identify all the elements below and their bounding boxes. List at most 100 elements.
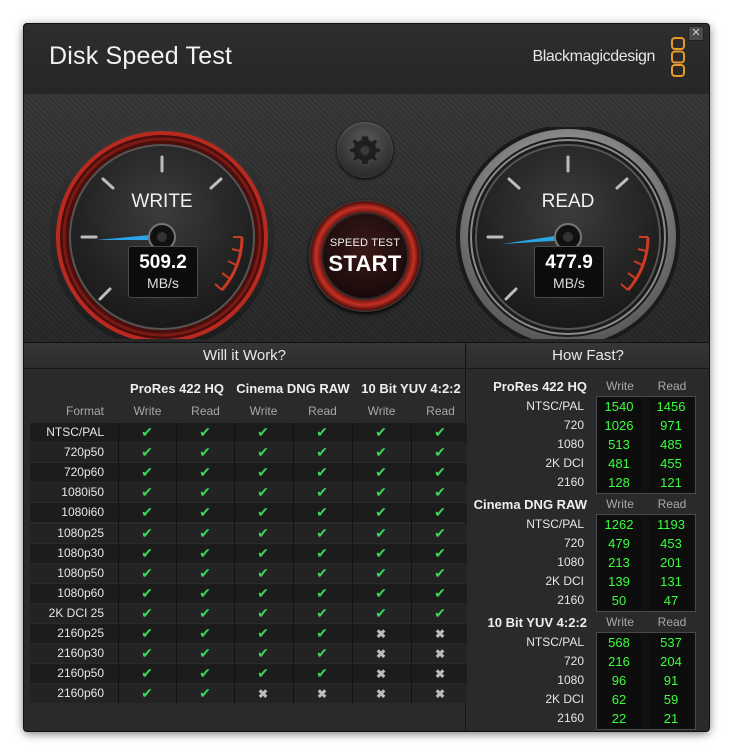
how-fast-format-label: 720 <box>563 418 584 432</box>
check-icon: ✔ <box>412 423 468 442</box>
write-fps-value: 50 <box>597 591 641 610</box>
check-icon: ✔ <box>177 463 233 483</box>
check-icon: ✔ <box>177 543 233 563</box>
format-label: 2160p30 <box>57 646 104 661</box>
check-icon: ✔ <box>119 684 175 704</box>
format-label: 1080i50 <box>61 485 104 500</box>
read-gauge-label: READ <box>542 191 595 212</box>
format-label: 2160p60 <box>57 686 104 701</box>
format-label: 1080p50 <box>57 565 104 580</box>
column-divider <box>352 423 353 705</box>
check-icon: ✔ <box>119 644 175 664</box>
cross-icon: ✖ <box>235 684 291 704</box>
how-fast-format-label: NTSC/PAL <box>526 635 584 649</box>
check-icon: ✔ <box>177 644 233 664</box>
cross-icon: ✖ <box>412 664 468 684</box>
start-speed-test-button[interactable]: SPEED TEST START <box>309 200 421 312</box>
check-icon: ✔ <box>294 503 350 523</box>
check-icon: ✔ <box>235 463 291 483</box>
write-fps-value: 481 <box>597 454 641 473</box>
write-fps-value: 216 <box>597 652 641 671</box>
disk-speed-test-window: Disk Speed Test Blackmagicdesign ✕ WRITE… <box>24 24 709 731</box>
read-fps-value: 453 <box>649 534 693 553</box>
write-fps-value: 1026 <box>597 416 641 435</box>
read-fps-value: 1456 <box>649 397 693 416</box>
how-fast-subheader: Read <box>657 615 687 629</box>
how-fast-format-label: NTSC/PAL <box>526 517 584 531</box>
check-icon: ✔ <box>177 583 233 603</box>
check-icon: ✔ <box>235 644 291 664</box>
write-fps-value: 62 <box>597 690 641 709</box>
blackmagic-logo-icon <box>671 37 685 77</box>
read-gauge: READ <box>456 127 680 339</box>
how-fast-group-header: Cinema DNG RAW <box>473 497 587 512</box>
how-fast-subheader: Write <box>606 379 634 393</box>
cross-icon: ✖ <box>294 684 350 704</box>
check-icon: ✔ <box>235 624 291 643</box>
read-fps-value: 537 <box>649 633 693 652</box>
read-fps-value: 971 <box>649 416 693 435</box>
format-label: 1080i60 <box>61 505 104 520</box>
column-divider <box>411 423 412 705</box>
check-icon: ✔ <box>177 684 233 704</box>
write-gauge: WRITE <box>50 127 274 339</box>
check-icon: ✔ <box>294 543 350 563</box>
format-label: NTSC/PAL <box>46 425 104 439</box>
start-button-label: START <box>328 251 402 276</box>
format-label: 1080p60 <box>57 585 104 600</box>
check-icon: ✔ <box>235 543 291 563</box>
will-it-work-subheader: Write <box>249 404 278 418</box>
check-icon: ✔ <box>177 443 233 463</box>
write-fps-value: 96 <box>597 671 641 690</box>
read-fps-value: 485 <box>649 435 693 454</box>
write-fps-value: 139 <box>597 572 641 591</box>
write-fps-value: 213 <box>597 553 641 572</box>
format-label: 1080p25 <box>57 525 104 540</box>
format-label: 1080p30 <box>57 545 104 560</box>
check-icon: ✔ <box>353 603 409 623</box>
format-label: 2K DCI 25 <box>48 605 104 620</box>
how-fast-group-header: 10 Bit YUV 4:2:2 <box>487 615 587 630</box>
how-fast-format-label: 1080 <box>557 437 584 451</box>
check-icon: ✔ <box>177 483 233 503</box>
column-divider <box>293 423 294 705</box>
format-column-header: Format <box>65 404 104 418</box>
check-icon: ✔ <box>235 583 291 603</box>
check-icon: ✔ <box>235 523 291 543</box>
read-fps-value: 47 <box>649 591 693 610</box>
check-icon: ✔ <box>235 563 291 583</box>
cross-icon: ✖ <box>353 684 409 704</box>
format-label: 2160p50 <box>57 666 104 681</box>
how-fast-subheader: Write <box>606 497 634 511</box>
check-icon: ✔ <box>177 664 233 684</box>
cross-icon: ✖ <box>353 624 409 643</box>
check-icon: ✔ <box>119 503 175 523</box>
gauge-area: WRITE 509.2 MB/s READ 477.9 MB/s SPEED T… <box>24 94 709 343</box>
check-icon: ✔ <box>294 664 350 684</box>
check-icon: ✔ <box>412 443 468 463</box>
check-icon: ✔ <box>294 523 350 543</box>
check-icon: ✔ <box>412 523 468 543</box>
check-icon: ✔ <box>353 463 409 483</box>
how-fast-format-label: 2160 <box>557 593 584 607</box>
check-icon: ✔ <box>353 583 409 603</box>
check-icon: ✔ <box>235 483 291 503</box>
check-icon: ✔ <box>235 423 291 442</box>
close-button[interactable]: ✕ <box>688 26 704 41</box>
will-it-work-header: Will it Work? <box>24 343 465 369</box>
check-icon: ✔ <box>353 443 409 463</box>
read-fps-value: 59 <box>649 690 693 709</box>
will-it-work-group-header: Cinema DNG RAW <box>236 381 350 396</box>
write-fps-value: 22 <box>597 709 641 728</box>
check-icon: ✔ <box>294 563 350 583</box>
how-fast-format-label: NTSC/PAL <box>526 399 584 413</box>
column-divider <box>118 423 119 705</box>
check-icon: ✔ <box>294 443 350 463</box>
read-speed-readout: 477.9 MB/s <box>534 246 604 298</box>
check-icon: ✔ <box>294 583 350 603</box>
write-fps-value: 513 <box>597 435 641 454</box>
check-icon: ✔ <box>119 443 175 463</box>
how-fast-header: How Fast? <box>467 343 709 369</box>
will-it-work-subheader: Read <box>426 404 455 418</box>
settings-button[interactable] <box>337 122 393 178</box>
